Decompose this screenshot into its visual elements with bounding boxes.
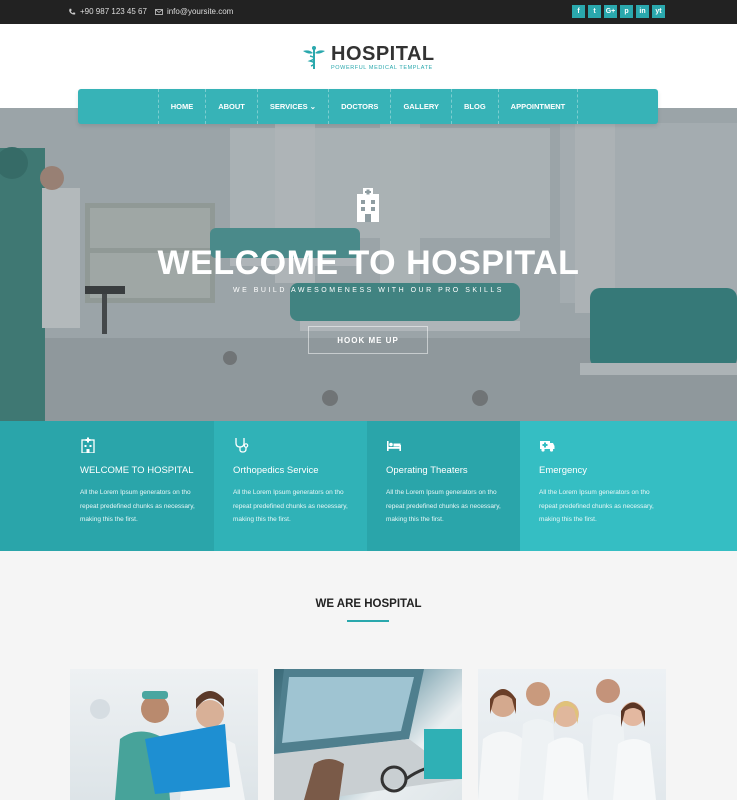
linkedin-icon[interactable]: in (636, 5, 649, 18)
feature-card[interactable]: Operating Theaters All the Lorem Ipsum g… (367, 421, 520, 551)
envelope-icon (154, 8, 163, 15)
youtube-icon[interactable]: yt (652, 5, 665, 18)
bed-icon (387, 441, 401, 451)
nav-item-home[interactable]: HOME (157, 89, 206, 124)
laptop-stethoscope-image[interactable] (274, 669, 462, 800)
feature-text: All the Lorem Ipsum generators on tho re… (386, 489, 501, 523)
nav-item-services[interactable]: SERVICES ⌄ (256, 89, 328, 124)
section-heading: WE ARE HOSPITAL (315, 598, 422, 610)
caduceus-icon (303, 45, 325, 69)
doctors-reviewing-file-image[interactable] (70, 669, 258, 800)
medical-team-image[interactable] (478, 669, 666, 800)
nav-item-about[interactable]: ABOUT (205, 89, 257, 124)
feature-card[interactable]: WELCOME TO HOSPITAL All the Lorem Ipsum … (0, 421, 214, 551)
feature-text: All the Lorem Ipsum generators on tho re… (233, 489, 348, 523)
email-contact[interactable]: info@yoursite.com (154, 7, 234, 16)
feature-title: Emergency (539, 465, 588, 476)
features-strip: WELCOME TO HOSPITAL All the Lorem Ipsum … (0, 421, 737, 551)
photo-illustration (478, 679, 656, 800)
about-section: WE ARE HOSPITAL (0, 551, 737, 800)
hero-title: WELCOME TO HOSPITAL (157, 244, 580, 282)
pinterest-icon[interactable]: p (620, 5, 633, 18)
hero-banner: WELCOME TO HOSPITAL WE BUILD AWESOMENESS… (0, 108, 737, 421)
logo-tagline: POWERFUL MEDICAL TEMPLATE (331, 65, 433, 71)
email-address: info@yoursite.com (166, 7, 234, 16)
photo-illustration (90, 691, 245, 800)
facebook-icon[interactable]: f (572, 5, 585, 18)
feature-title: WELCOME TO HOSPITAL (80, 465, 194, 476)
phone-number: +90 987 123 45 67 (80, 7, 147, 16)
feature-card[interactable]: Emergency All the Lorem Ipsum generators… (520, 421, 737, 551)
logo-text: HOSPITAL POWERFUL MEDICAL TEMPLATE (331, 44, 435, 71)
feature-text: All the Lorem Ipsum generators on tho re… (80, 489, 195, 523)
feature-text: All the Lorem Ipsum generators on tho re… (539, 489, 654, 523)
heading-underline (347, 620, 389, 622)
nav-item-blog[interactable]: BLOG (451, 89, 498, 124)
hospital-icon (81, 437, 95, 453)
main-navigation: HOME ABOUT SERVICES ⌄ DOCTORS GALLERY BL… (78, 89, 658, 124)
social-links: f t G+ p in yt (572, 5, 665, 18)
stethoscope-icon (235, 438, 249, 453)
phone-contact[interactable]: +90 987 123 45 67 (68, 7, 147, 16)
logo-title: HOSPITAL (331, 43, 435, 65)
hook-me-up-button[interactable]: HOOK ME UP (308, 326, 428, 354)
top-bar: +90 987 123 45 67 info@yoursite.com f t … (0, 0, 737, 24)
feature-title: Orthopedics Service (233, 465, 319, 476)
logo[interactable]: HOSPITAL POWERFUL MEDICAL TEMPLATE (301, 44, 435, 71)
twitter-icon[interactable]: t (588, 5, 601, 18)
hospital-building-icon (357, 188, 379, 222)
nav-item-appointment[interactable]: APPOINTMENT (497, 89, 579, 124)
nav-item-doctors[interactable]: DOCTORS (328, 89, 390, 124)
google-plus-icon[interactable]: G+ (604, 5, 617, 18)
feature-title: Operating Theaters (386, 465, 468, 476)
nav-item-gallery[interactable]: GALLERY (390, 89, 451, 124)
feature-card[interactable]: Orthopedics Service All the Lorem Ipsum … (214, 421, 367, 551)
phone-icon (69, 8, 76, 15)
hero-subtitle: WE BUILD AWESOMENESS WITH OUR PRO SKILLS (233, 287, 504, 294)
ambulance-icon (540, 441, 555, 452)
photo-illustration (274, 669, 462, 800)
contact-info: +90 987 123 45 67 info@yoursite.com (68, 7, 233, 16)
